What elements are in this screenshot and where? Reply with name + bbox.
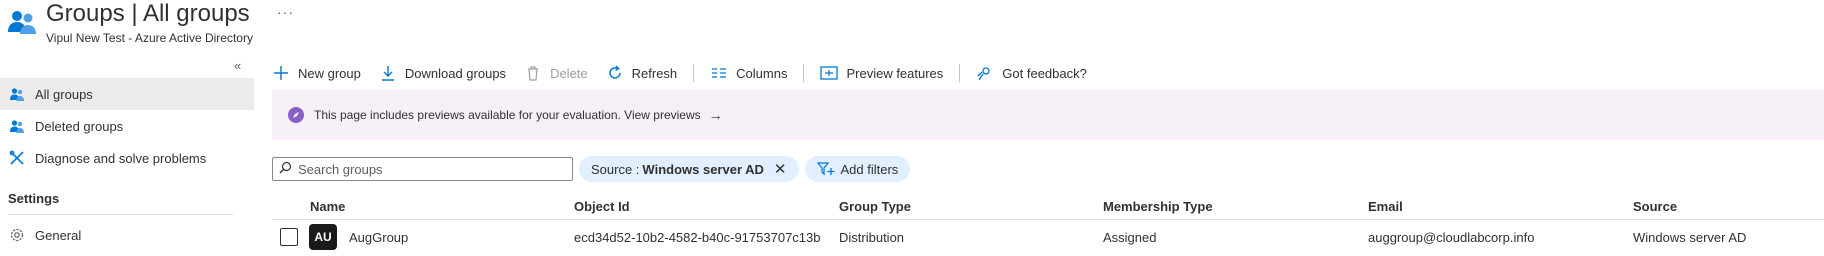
avatar: AU: [309, 224, 337, 250]
column-header-source[interactable]: Source: [1633, 199, 1677, 214]
feedback-label: Got feedback?: [1002, 65, 1087, 81]
source-cell: Windows server AD: [1633, 230, 1747, 245]
add-filters-button[interactable]: Add filters: [804, 156, 911, 182]
trash-icon: [524, 64, 542, 82]
sidebar-item-deleted-groups[interactable]: Deleted groups: [0, 110, 254, 142]
groups-table: Name Object Id Group Type Membership Typ…: [272, 194, 1824, 254]
sidebar-item-label: Deleted groups: [35, 118, 124, 134]
wrench-icon: [8, 149, 26, 167]
preview-features-button[interactable]: Preview features: [820, 64, 943, 82]
membership-type-cell: Assigned: [1103, 230, 1157, 245]
sidebar-divider: [8, 214, 233, 215]
settings-section-heading: Settings: [8, 191, 60, 206]
toolbar-separator: [959, 64, 961, 82]
delete-button[interactable]: Delete: [524, 64, 588, 82]
search-input[interactable]: [298, 161, 568, 177]
collapse-sidebar-button[interactable]: «: [234, 58, 241, 73]
download-groups-button[interactable]: Download groups: [379, 64, 506, 82]
table-row[interactable]: AU AugGroup ecd34d52-10b2-4582-b40c-9175…: [272, 220, 1824, 254]
object-id-cell: ecd34d52-10b2-4582-b40c-91753707c13b: [574, 230, 821, 245]
download-icon: [379, 64, 397, 82]
column-header-membership-type[interactable]: Membership Type: [1103, 199, 1213, 214]
rocket-icon: [288, 107, 304, 123]
download-groups-label: Download groups: [404, 65, 507, 81]
source-filter-pill[interactable]: Source : Windows server AD ✕: [579, 156, 799, 182]
column-header-email[interactable]: Email: [1368, 199, 1403, 214]
sidebar-item-label: General: [35, 227, 82, 243]
toolbar-separator: [803, 64, 805, 82]
table-header: Name Object Id Group Type Membership Typ…: [272, 194, 1824, 220]
plus-icon: [272, 64, 290, 82]
column-header-object-id[interactable]: Object Id: [574, 199, 630, 214]
banner-text: This page includes previews available fo…: [314, 108, 701, 122]
feedback-button[interactable]: Got feedback?: [976, 64, 1087, 82]
page-header: Groups | All groups Vipul New Test - Azu…: [0, 0, 1824, 52]
preview-features-label: Preview features: [846, 65, 944, 81]
row-checkbox[interactable]: [280, 228, 298, 246]
sidebar-item-general[interactable]: General: [0, 219, 254, 251]
columns-icon: [710, 64, 728, 82]
feedback-icon: [976, 64, 994, 82]
column-header-group-type[interactable]: Group Type: [839, 199, 911, 214]
add-filters-label: Add filters: [840, 161, 899, 177]
source-filter-value: Windows server AD: [642, 161, 764, 177]
filter-bar: Source : Windows server AD ✕ Add filters: [272, 156, 911, 182]
page-title: Groups | All groups: [46, 0, 250, 27]
sidebar-item-label: Diagnose and solve problems: [35, 150, 207, 166]
add-filter-icon: [816, 160, 835, 178]
refresh-icon: [606, 64, 624, 82]
sidebar: « All groups Deleted groups Diagnose and…: [0, 52, 254, 256]
search-icon: [279, 161, 292, 177]
refresh-button[interactable]: Refresh: [606, 64, 678, 82]
new-group-label: New group: [298, 65, 361, 81]
preview-banner[interactable]: This page includes previews available fo…: [272, 90, 1824, 140]
sidebar-item-all-groups[interactable]: All groups: [0, 78, 254, 110]
groups-icon: [8, 117, 26, 135]
group-type-cell: Distribution: [839, 230, 905, 245]
sidebar-item-diagnose[interactable]: Diagnose and solve problems: [0, 142, 254, 174]
column-header-name[interactable]: Name: [310, 199, 345, 214]
columns-button[interactable]: Columns: [710, 64, 787, 82]
columns-label: Columns: [736, 65, 788, 81]
gear-icon: [8, 226, 26, 244]
groups-icon: [8, 85, 26, 103]
more-options-button[interactable]: ···: [277, 4, 294, 20]
arrow-right-icon: →: [708, 107, 723, 123]
refresh-label: Refresh: [631, 65, 678, 81]
sidebar-item-label: All groups: [35, 86, 93, 102]
delete-label: Delete: [550, 65, 588, 81]
groups-icon: [6, 6, 38, 38]
command-bar: New group Download groups Delete Refresh…: [272, 58, 1105, 88]
preview-icon: [820, 64, 839, 82]
source-filter-label: Source :: [591, 161, 640, 177]
close-icon[interactable]: ✕: [774, 160, 787, 178]
page-subtitle: Vipul New Test - Azure Active Directory: [46, 31, 253, 45]
search-box: [272, 157, 573, 181]
new-group-button[interactable]: New group: [272, 64, 361, 82]
toolbar-separator: [693, 64, 695, 82]
group-name-link[interactable]: AugGroup: [349, 230, 408, 245]
email-cell: auggroup@cloudlabcorp.info: [1368, 230, 1535, 245]
